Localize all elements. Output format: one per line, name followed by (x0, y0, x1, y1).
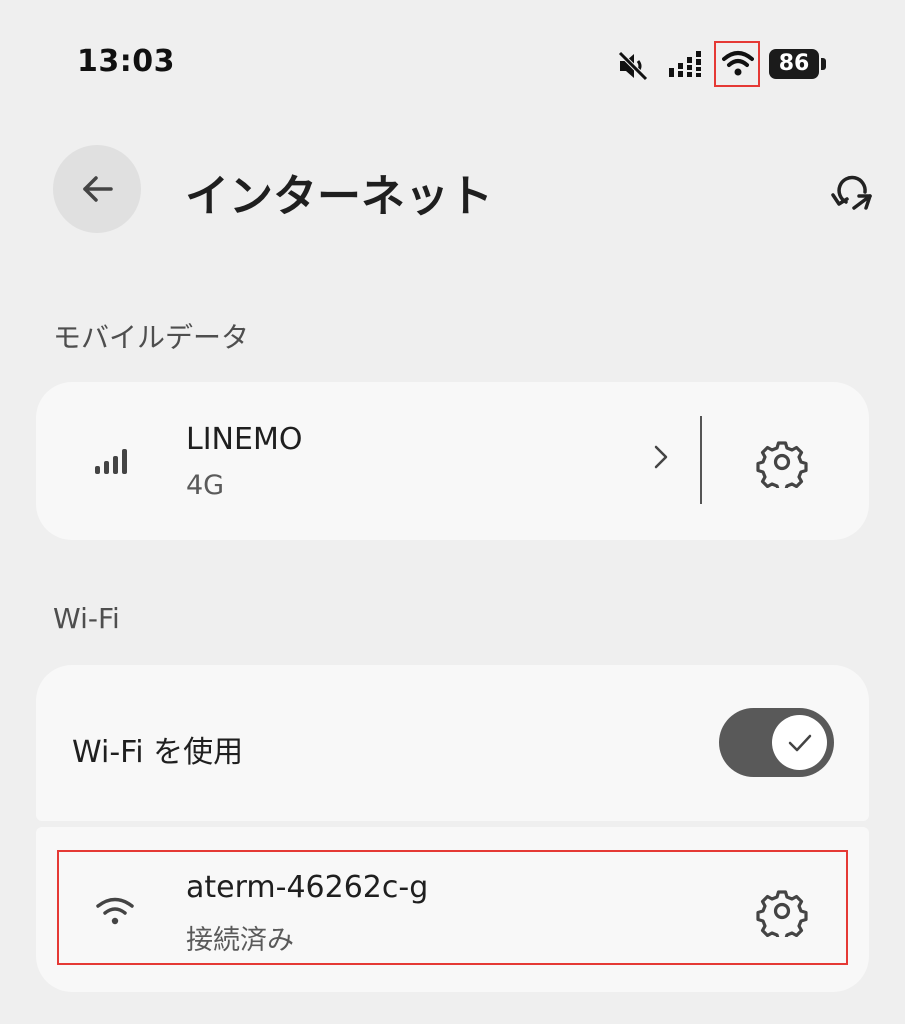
wifi-icon (95, 894, 135, 930)
check-icon (788, 734, 812, 752)
reset-button[interactable] (824, 163, 880, 219)
mobile-carrier-row[interactable]: LINEMO 4G (36, 382, 701, 540)
network-status: 接続済み (186, 925, 294, 956)
page-title: インターネット (185, 171, 493, 222)
mobile-settings-button[interactable] (756, 436, 808, 493)
mobile-data-section-label: モバイルデータ (53, 321, 250, 354)
carrier-name: LINEMO (186, 422, 303, 457)
network-type: 4G (186, 470, 225, 501)
mute-icon (616, 50, 650, 82)
chevron-right-icon (653, 444, 669, 474)
battery-tip (821, 58, 826, 70)
back-button[interactable] (53, 145, 141, 233)
wifi-status-icon (714, 41, 760, 87)
network-settings-button[interactable] (756, 885, 808, 942)
gear-icon (756, 890, 808, 942)
arrow-left-icon (83, 176, 113, 202)
battery-icon: 86 (769, 49, 819, 79)
wifi-section-label: Wi-Fi (53, 602, 120, 635)
toggle-knob (772, 715, 827, 770)
gear-icon (756, 441, 808, 493)
wifi-toggle-label: Wi-Fi を使用 (72, 735, 244, 770)
wifi-toggle-switch[interactable] (719, 708, 834, 777)
network-name: aterm-46262c-g (186, 870, 429, 905)
divider (700, 416, 702, 504)
status-time: 13:03 (77, 44, 175, 79)
cellular-signal-icon (94, 442, 134, 480)
reset-icon (831, 175, 872, 210)
signal-icon (668, 50, 706, 78)
connected-network-row[interactable]: aterm-46262c-g 接続済み (57, 850, 848, 965)
